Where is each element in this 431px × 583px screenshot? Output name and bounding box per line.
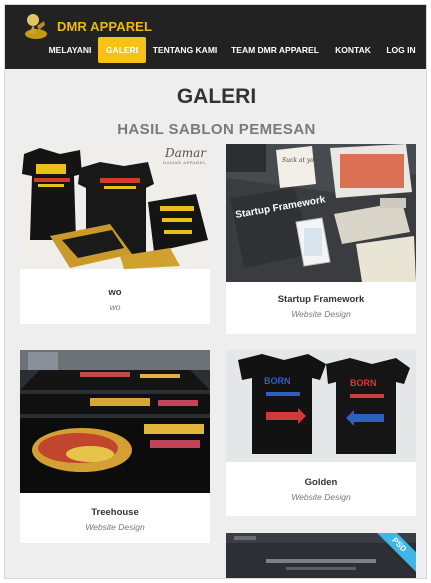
- gallery-caption: Treehouse Website Design: [20, 507, 210, 532]
- gallery-image-startup-framework: Suck at your launch Startup Framework: [226, 144, 416, 282]
- gallery-card-golden[interactable]: BORN BORN Golden Website Design: [226, 350, 416, 516]
- gallery-card-startup-framework[interactable]: Suck at your launch Startup Framework St…: [226, 144, 416, 334]
- page-subtitle: HASIL SABLON PEMESAN: [117, 121, 316, 138]
- gallery-item-subtitle: Website Design: [291, 492, 351, 502]
- gallery-item-subtitle: Website Design: [291, 309, 351, 319]
- gallery-image-golden: BORN BORN: [226, 350, 416, 462]
- gallery-caption: wo wo: [20, 287, 210, 312]
- gallery-card-treehouse[interactable]: Treehouse Website Design: [20, 350, 210, 543]
- gallery-caption: Startup Framework Website Design: [226, 294, 416, 319]
- gallery-caption: Golden Website Design: [226, 477, 416, 502]
- gallery-card-wo[interactable]: Damar DAMAR APPAREL wo wo: [20, 144, 210, 324]
- gallery-item-title: Treehouse: [91, 507, 139, 518]
- page-frame: DMR APPAREL MELAYANI GALERI TENTANG KAMI…: [4, 4, 427, 579]
- page-title: GALERI: [176, 85, 257, 108]
- nav-item-galeri[interactable]: GALERI: [98, 37, 146, 63]
- svg-text:BORN: BORN: [264, 376, 291, 386]
- gallery-item-title: Startup Framework: [277, 294, 365, 305]
- nav-item-tentang-kami[interactable]: TENTANG KAMI: [149, 37, 221, 63]
- gallery-item-subtitle: Website Design: [85, 522, 145, 532]
- gallery-image-treehouse: [20, 350, 210, 493]
- nav-item-kontak[interactable]: KONTAK: [331, 37, 375, 63]
- gallery-item-subtitle: wo: [109, 302, 121, 312]
- svg-text:BORN: BORN: [350, 378, 377, 388]
- gallery-image-tshirts: Damar DAMAR APPAREL: [20, 144, 210, 269]
- nav-item-team-dmr-apparel[interactable]: TEAM DMR APPAREL: [227, 37, 323, 63]
- gallery-image-psd: PSD: [226, 533, 416, 578]
- navbar: DMR APPAREL MELAYANI GALERI TENTANG KAMI…: [5, 5, 426, 69]
- gallery-item-title: wo: [108, 287, 122, 298]
- brand-logo-icon: [23, 12, 49, 40]
- brand-name: DMR APPAREL: [57, 18, 152, 34]
- gallery-card-psd[interactable]: PSD: [226, 533, 416, 578]
- nav-item-log-in[interactable]: LOG IN: [382, 37, 420, 63]
- main-nav: MELAYANI GALERI TENTANG KAMI TEAM DMR AP…: [5, 37, 426, 63]
- damar-watermark: Damar DAMAR APPAREL: [162, 146, 206, 165]
- gallery-item-title: Golden: [304, 477, 338, 488]
- nav-item-melayani[interactable]: MELAYANI: [45, 37, 95, 63]
